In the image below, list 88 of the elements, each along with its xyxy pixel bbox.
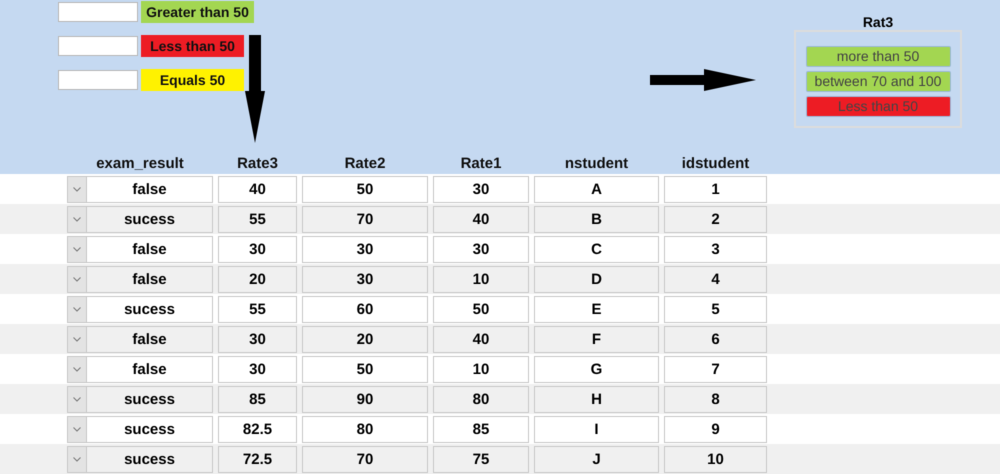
caret-icon	[73, 396, 81, 402]
table-cell[interactable]: 9	[664, 416, 767, 442]
caret-icon	[73, 306, 81, 312]
table-cell[interactable]: 40	[433, 326, 529, 352]
input-field[interactable]	[58, 70, 138, 90]
table-cell[interactable]: 85	[218, 386, 297, 412]
table-cell[interactable]: 85	[433, 416, 529, 442]
table-cell[interactable]: 30	[218, 326, 297, 352]
caret-icon	[73, 276, 81, 282]
table-cell[interactable]: 6	[664, 326, 767, 352]
result-dropdown[interactable]: false	[67, 326, 213, 352]
result-dropdown[interactable]: sucess	[67, 296, 213, 322]
table-cell[interactable]: 60	[302, 296, 428, 322]
legend-label: Greater than 50	[141, 1, 254, 23]
table-cell[interactable]: G	[534, 356, 659, 382]
column-header: idstudent	[680, 154, 750, 172]
table-cell[interactable]: 70	[302, 206, 428, 232]
table-cell[interactable]: 2	[664, 206, 767, 232]
caret-icon	[73, 246, 81, 252]
caret-icon	[73, 426, 81, 432]
caret-icon	[73, 216, 81, 222]
result-dropdown[interactable]: sucess	[67, 446, 213, 472]
result-dropdown[interactable]: sucess	[67, 386, 213, 412]
caret-icon	[73, 336, 81, 342]
legend-label: Equals 50	[141, 69, 244, 91]
table-cell[interactable]: 82.5	[218, 416, 297, 442]
table-cell[interactable]: B	[534, 206, 659, 232]
table-cell[interactable]: 55	[218, 296, 297, 322]
table-cell[interactable]: 20	[218, 266, 297, 292]
table-cell[interactable]: 30	[433, 236, 529, 262]
table-cell[interactable]: 55	[218, 206, 297, 232]
table-cell[interactable]: 90	[302, 386, 428, 412]
table-cell[interactable]: 10	[433, 356, 529, 382]
rating-label: Less than 50	[806, 96, 950, 117]
table-cell[interactable]: 10	[433, 266, 529, 292]
column-header: Rate1	[460, 154, 502, 172]
table-cell[interactable]: C	[534, 236, 659, 262]
table-cell[interactable]: 7	[664, 356, 767, 382]
column-header: Rate2	[344, 154, 386, 172]
table-cell[interactable]: 40	[218, 176, 297, 202]
table-cell[interactable]: 8	[664, 386, 767, 412]
caret-icon	[73, 366, 81, 372]
table-cell[interactable]: 80	[433, 386, 529, 412]
result-dropdown[interactable]: false	[67, 176, 213, 202]
table-cell[interactable]: 10	[664, 446, 767, 472]
table-cell[interactable]: A	[534, 176, 659, 202]
rating-label: between 70 and 100	[806, 71, 950, 92]
result-dropdown[interactable]: false	[67, 356, 213, 382]
column-header: exam_result	[95, 154, 185, 172]
result-dropdown[interactable]: false	[67, 236, 213, 262]
table-cell[interactable]: D	[534, 266, 659, 292]
table-cell[interactable]: 3	[664, 236, 767, 262]
arrow-down-icon	[244, 35, 266, 143]
table-cell[interactable]: 4	[664, 266, 767, 292]
result-dropdown[interactable]: sucess	[67, 206, 213, 232]
table-cell[interactable]: 30	[302, 266, 428, 292]
input-field[interactable]	[58, 2, 138, 22]
legend-label: Less than 50	[141, 35, 244, 57]
table-cell[interactable]: 20	[302, 326, 428, 352]
input-field[interactable]	[58, 36, 138, 56]
caret-icon	[73, 456, 81, 462]
table-cell[interactable]: I	[534, 416, 659, 442]
table-cell[interactable]: J	[534, 446, 659, 472]
result-dropdown[interactable]: false	[67, 266, 213, 292]
caret-icon	[73, 186, 81, 192]
table-cell[interactable]: E	[534, 296, 659, 322]
rating-label: more than 50	[806, 46, 950, 67]
box-title: Rat3	[862, 14, 894, 30]
table-cell[interactable]: 75	[433, 446, 529, 472]
table-cell[interactable]: F	[534, 326, 659, 352]
table-cell[interactable]: 30	[218, 356, 297, 382]
table-cell[interactable]: 30	[218, 236, 297, 262]
table-cell[interactable]: 50	[302, 356, 428, 382]
table-cell[interactable]: 50	[302, 176, 428, 202]
table-cell[interactable]: 70	[302, 446, 428, 472]
table-cell[interactable]: 40	[433, 206, 529, 232]
table-cell[interactable]: 50	[433, 296, 529, 322]
table-cell[interactable]: 30	[302, 236, 428, 262]
table-cell[interactable]: 1	[664, 176, 767, 202]
table-cell[interactable]: 80	[302, 416, 428, 442]
column-header: nstudent	[564, 154, 630, 172]
table-cell[interactable]: 5	[664, 296, 767, 322]
column-header: Rate3	[236, 154, 279, 172]
table-cell[interactable]: H	[534, 386, 659, 412]
arrow-right-icon	[650, 68, 756, 92]
result-dropdown[interactable]: sucess	[67, 416, 213, 442]
table-cell[interactable]: 30	[433, 176, 529, 202]
table-cell[interactable]: 72.5	[218, 446, 297, 472]
